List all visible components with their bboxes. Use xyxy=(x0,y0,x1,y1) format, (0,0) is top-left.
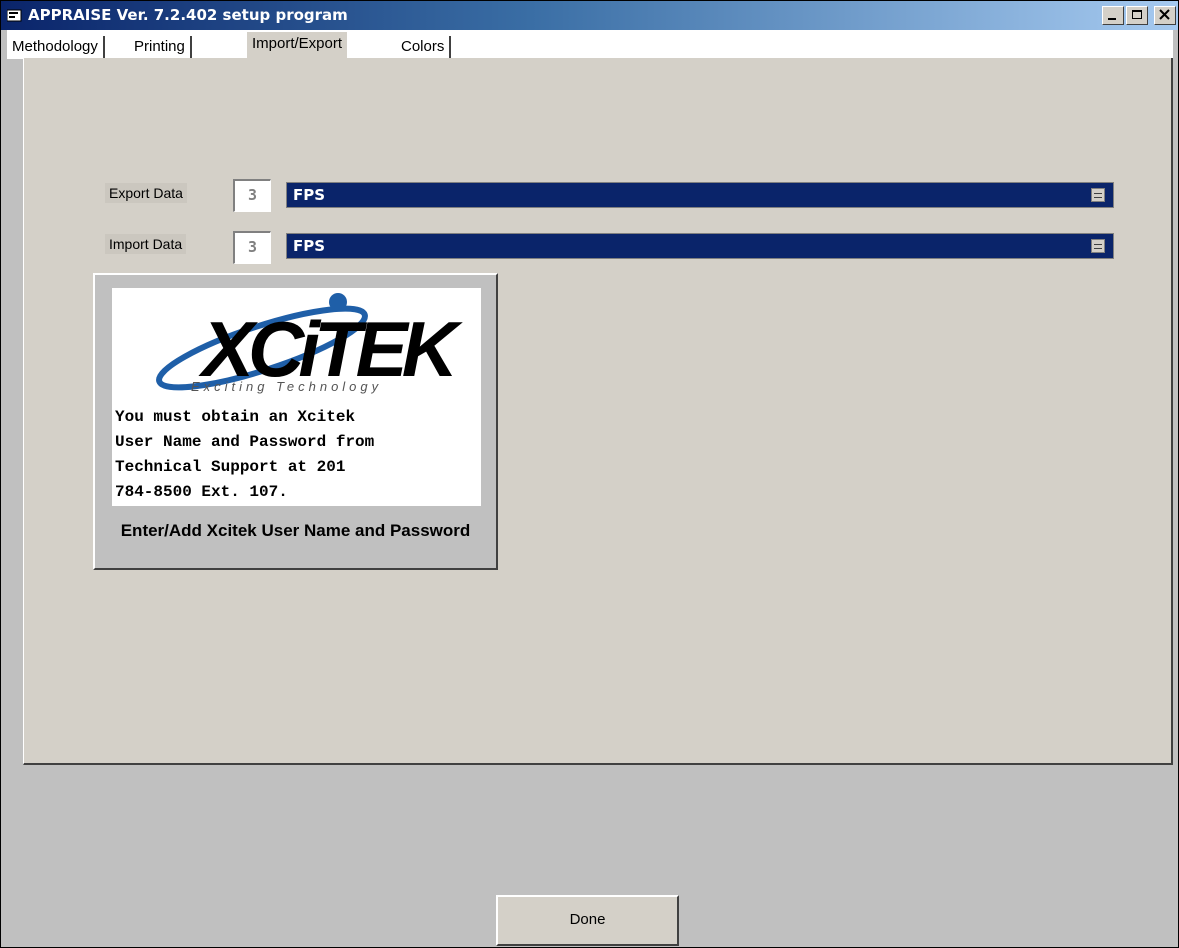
tab-printing[interactable]: Printing xyxy=(129,36,192,58)
xcitek-logo: XCiTEK Exciting Technology xyxy=(156,293,470,394)
minimize-icon xyxy=(1108,18,1116,20)
logo-tagline: Exciting Technology xyxy=(191,379,382,394)
export-format-value: FPS xyxy=(293,186,326,204)
xcitek-message: You must obtain an Xcitek User Name and … xyxy=(115,408,375,501)
import-format-value: FPS xyxy=(293,237,326,255)
title-bar[interactable]: APPRAISE Ver. 7.2.402 setup program xyxy=(1,1,1178,30)
done-button[interactable]: Done xyxy=(496,895,679,946)
window-title: APPRAISE Ver. 7.2.402 setup program xyxy=(28,6,348,24)
setup-window: APPRAISE Ver. 7.2.402 setup program Meth… xyxy=(0,0,1179,948)
import-format-select[interactable]: FPS xyxy=(286,233,1114,259)
import-number-field[interactable]: 3 xyxy=(233,231,271,264)
tab-strip: Methodology Printing Import/Export Color… xyxy=(7,30,1173,60)
close-button[interactable] xyxy=(1154,6,1176,25)
close-icon xyxy=(1159,9,1170,20)
tab-methodology[interactable]: Methodology xyxy=(7,36,105,58)
xcitek-credentials-button[interactable]: XCiTEK Exciting Technology You must obta… xyxy=(93,273,498,570)
export-dropdown-icon[interactable] xyxy=(1091,188,1105,202)
xcitek-logo-panel: XCiTEK Exciting Technology You must obta… xyxy=(112,288,481,506)
xcitek-button-label: Enter/Add Xcitek User Name and Password xyxy=(120,521,471,540)
export-number-field[interactable]: 3 xyxy=(233,179,271,212)
app-icon xyxy=(6,8,23,22)
import-dropdown-icon[interactable] xyxy=(1091,239,1105,253)
export-data-label: Export Data xyxy=(105,183,187,203)
import-data-label: Import Data xyxy=(105,234,187,254)
export-format-select[interactable]: FPS xyxy=(286,182,1114,208)
minimize-button[interactable] xyxy=(1102,6,1124,25)
maximize-icon xyxy=(1132,10,1142,19)
tab-colors[interactable]: Colors xyxy=(394,36,452,58)
maximize-button[interactable] xyxy=(1126,6,1148,25)
tab-import-export[interactable]: Import/Export xyxy=(247,32,348,60)
